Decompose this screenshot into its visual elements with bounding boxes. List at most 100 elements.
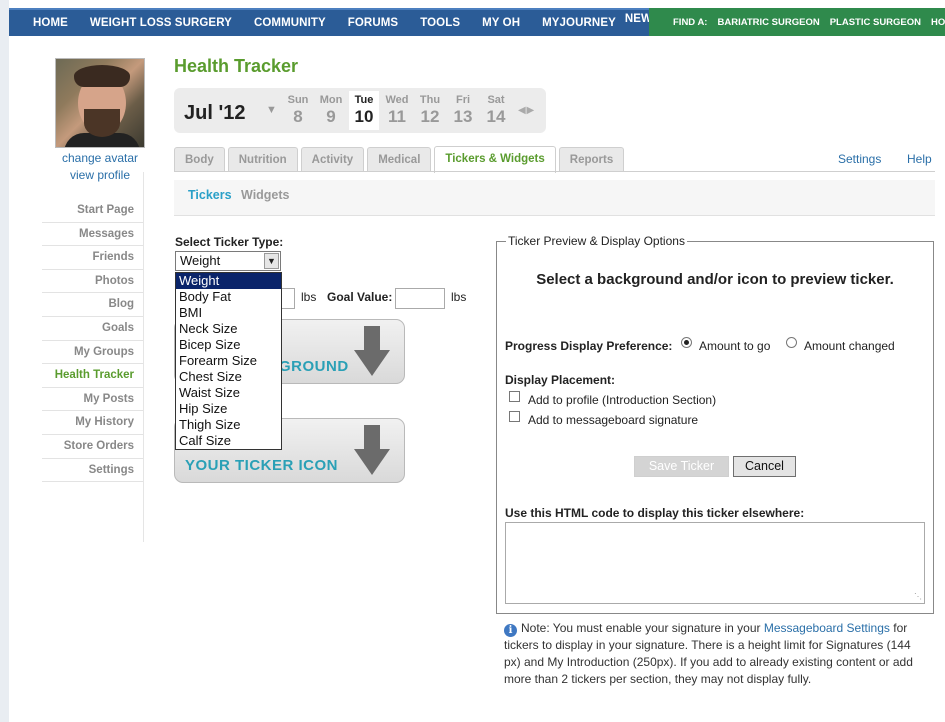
ticker-option-chest-size[interactable]: Chest Size — [176, 369, 281, 385]
day-number: 10 — [354, 107, 374, 126]
sidebar-item-start-page[interactable]: Start Page — [42, 199, 143, 223]
sidebar-item-my-groups[interactable]: My Groups — [42, 341, 143, 365]
sidebar-item-settings[interactable]: Settings — [42, 459, 143, 483]
add-to-signature-checkbox[interactable] — [509, 411, 520, 422]
ticker-option-neck-size[interactable]: Neck Size — [176, 321, 281, 337]
day-sun[interactable]: Sun 8 — [283, 94, 313, 127]
current-value-input[interactable] — [281, 288, 295, 309]
tab-activity[interactable]: Activity — [300, 147, 365, 172]
html-code-label: Use this HTML code to display this ticke… — [505, 506, 805, 520]
ticker-type-dropdown[interactable]: Weight Body Fat BMI Neck Size Bicep Size… — [175, 272, 282, 450]
month-dropdown-icon[interactable]: ▼ — [266, 104, 277, 116]
ticker-option-waist-size[interactable]: Waist Size — [176, 385, 281, 401]
view-profile-link[interactable]: view profile — [45, 167, 155, 184]
find-plastic-surgeon-link[interactable]: PLASTIC SURGEON — [830, 17, 921, 28]
radio-amount-to-go[interactable] — [681, 337, 692, 348]
nav-weight-loss-surgery[interactable]: WEIGHT LOSS SURGERY — [79, 10, 243, 36]
amount-to-go-label: Amount to go — [699, 339, 771, 353]
nav-forums[interactable]: FORUMS — [337, 10, 409, 36]
next-week-icon[interactable]: ▶ — [526, 105, 534, 116]
find-hospital-link[interactable]: HOSP — [931, 17, 945, 28]
progress-display-label: Progress Display Preference: — [505, 339, 673, 353]
find-bariatric-surgeon-link[interactable]: BARIATRIC SURGEON — [717, 17, 819, 28]
ticker-option-calf-size[interactable]: Calf Size — [176, 433, 281, 449]
day-number: 9 — [326, 107, 336, 126]
html-code-textarea[interactable]: ⋱ — [505, 522, 925, 604]
day-number: 11 — [388, 107, 406, 126]
sidebar-item-photos[interactable]: Photos — [42, 270, 143, 294]
sidebar-item-my-posts[interactable]: My Posts — [42, 388, 143, 412]
ticker-option-thigh-size[interactable]: Thigh Size — [176, 417, 281, 433]
add-to-signature-label: Add to messageboard signature — [528, 413, 699, 427]
icon-button-label: YOUR TICKER ICON — [185, 457, 339, 474]
ticker-type-selected: Weight — [180, 253, 221, 268]
tracker-tabs: Body Nutrition Activity Medical Tickers … — [174, 146, 627, 173]
sidebar-item-goals[interactable]: Goals — [42, 317, 143, 341]
sidebar-item-store-orders[interactable]: Store Orders — [42, 435, 143, 459]
day-sat[interactable]: Sat 14 — [481, 94, 511, 127]
tab-underline — [174, 171, 935, 172]
sidebar-item-health-tracker[interactable]: Health Tracker — [42, 364, 143, 388]
preview-message: Select a background and/or icon to previ… — [536, 271, 894, 288]
down-arrow-icon — [354, 326, 390, 376]
day-fri[interactable]: Fri 13 — [448, 94, 478, 127]
tab-medical[interactable]: Medical — [367, 147, 432, 172]
ticker-option-bicep-size[interactable]: Bicep Size — [176, 337, 281, 353]
goal-value-label: Goal Value: — [327, 290, 393, 304]
down-arrow-icon — [354, 425, 390, 475]
ticker-type-select[interactable]: Weight ▼ — [175, 251, 281, 271]
background-button-label: GROUND — [279, 358, 349, 375]
avatar-links: change avatar view profile — [45, 150, 155, 184]
sidebar-item-friends[interactable]: Friends — [42, 246, 143, 270]
save-ticker-button[interactable]: Save Ticker — [634, 456, 729, 477]
week-nav-arrows[interactable]: ◀ ▶ — [518, 105, 534, 116]
nav-home[interactable]: HOME — [9, 10, 79, 36]
day-wed[interactable]: Wed 11 — [382, 94, 412, 127]
ticker-option-forearm-size[interactable]: Forearm Size — [176, 353, 281, 369]
day-name: Sun — [287, 94, 309, 106]
nav-my-oh[interactable]: MY OH — [471, 10, 531, 36]
sidebar-item-messages[interactable]: Messages — [42, 223, 143, 247]
sidebar-divider — [143, 172, 144, 542]
help-link[interactable]: Help — [907, 152, 932, 166]
tab-nutrition[interactable]: Nutrition — [227, 147, 298, 172]
tab-reports[interactable]: Reports — [558, 147, 625, 172]
nav-tools[interactable]: TOOLS — [409, 10, 471, 36]
subtabs: Tickers Widgets — [174, 180, 935, 216]
info-icon: i — [504, 624, 517, 637]
ticker-option-bmi[interactable]: BMI — [176, 305, 281, 321]
subtab-tickers[interactable]: Tickers — [188, 188, 232, 202]
day-tue-current[interactable]: Tue 10 — [349, 91, 379, 130]
note-text-before: Note: You must enable your signature in … — [521, 621, 764, 635]
goal-value-input[interactable] — [395, 288, 445, 309]
chevron-down-icon[interactable]: ▼ — [264, 253, 279, 269]
tab-body[interactable]: Body — [174, 147, 225, 172]
radio-amount-changed[interactable] — [786, 337, 797, 348]
nav-community[interactable]: COMMUNITY — [243, 10, 337, 36]
day-number: 8 — [293, 107, 303, 126]
cancel-button[interactable]: Cancel — [733, 456, 796, 477]
messageboard-settings-link[interactable]: Messageboard Settings — [764, 621, 890, 635]
day-thu[interactable]: Thu 12 — [415, 94, 445, 127]
month-label[interactable]: Jul '12 — [184, 102, 245, 125]
settings-link[interactable]: Settings — [838, 152, 881, 166]
sidebar-item-my-history[interactable]: My History — [42, 411, 143, 435]
ticker-option-hip-size[interactable]: Hip Size — [176, 401, 281, 417]
ticker-option-weight[interactable]: Weight — [176, 273, 281, 289]
change-avatar-link[interactable]: change avatar — [45, 150, 155, 167]
avatar[interactable] — [55, 58, 145, 148]
add-to-profile-checkbox[interactable] — [509, 391, 520, 402]
sidebar-item-blog[interactable]: Blog — [42, 293, 143, 317]
day-name: Mon — [319, 94, 343, 106]
tab-tickers-widgets[interactable]: Tickers & Widgets — [434, 146, 556, 173]
top-nav-bar: HOME WEIGHT LOSS SURGERY COMMUNITY FORUM… — [9, 8, 945, 36]
select-ticker-type-label: Select Ticker Type: — [175, 235, 284, 249]
prev-week-icon[interactable]: ◀ — [518, 105, 526, 116]
ticker-option-body-fat[interactable]: Body Fat — [176, 289, 281, 305]
subtab-widgets[interactable]: Widgets — [241, 188, 290, 202]
current-unit-label: lbs — [301, 290, 317, 304]
day-mon[interactable]: Mon 9 — [316, 94, 346, 127]
display-placement-label: Display Placement: — [505, 373, 616, 387]
day-name: Fri — [455, 94, 471, 106]
resize-grip-icon[interactable]: ⋱ — [914, 592, 922, 601]
